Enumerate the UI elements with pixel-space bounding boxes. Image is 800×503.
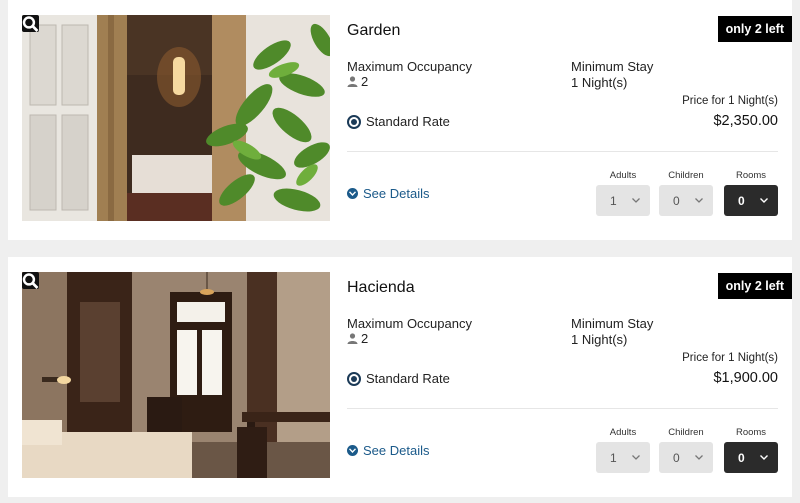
room-title: Garden bbox=[347, 22, 401, 39]
chevron-circle-down-icon bbox=[347, 445, 358, 456]
chevron-down-icon bbox=[632, 198, 640, 203]
rate-label: Standard Rate bbox=[366, 114, 450, 129]
room-list: Garden only 2 left Maximum Occupancy 2 M… bbox=[0, 0, 800, 503]
rooms-label: Rooms bbox=[735, 427, 767, 438]
hacienda-photo-image bbox=[22, 272, 330, 478]
max-occupancy-number: 2 bbox=[361, 331, 369, 346]
min-stay-label: Minimum Stay bbox=[571, 59, 654, 74]
price-value: $2,350.00 bbox=[713, 113, 778, 129]
price-value: $1,900.00 bbox=[713, 370, 778, 386]
radio-selected-icon[interactable] bbox=[347, 114, 361, 129]
max-occupancy-value: 2 bbox=[347, 331, 368, 346]
price-label: Price for 1 Night(s) bbox=[682, 352, 778, 364]
adults-label: Adults bbox=[609, 427, 637, 438]
person-icon bbox=[347, 76, 358, 87]
max-occupancy-label: Maximum Occupancy bbox=[347, 59, 472, 74]
see-details-link[interactable]: See Details bbox=[347, 443, 429, 458]
divider bbox=[347, 408, 778, 409]
price-label: Price for 1 Night(s) bbox=[682, 95, 778, 107]
rate-option[interactable]: Standard Rate bbox=[347, 371, 450, 386]
children-label: Children bbox=[668, 427, 704, 438]
chevron-down-icon bbox=[632, 455, 640, 460]
see-details-link[interactable]: See Details bbox=[347, 186, 429, 201]
children-label: Children bbox=[668, 170, 704, 181]
rooms-select[interactable]: 0 bbox=[724, 442, 778, 473]
room-card: Hacienda only 2 left Maximum Occupancy 2… bbox=[8, 257, 792, 497]
max-occupancy-number: 2 bbox=[361, 74, 369, 89]
min-stay-value: 1 Night(s) bbox=[571, 332, 628, 347]
zoom-icon[interactable] bbox=[22, 272, 39, 289]
chevron-down-icon bbox=[695, 455, 703, 460]
children-value: 0 bbox=[673, 450, 680, 465]
adults-select[interactable]: 1 bbox=[596, 185, 650, 216]
see-details-label: See Details bbox=[363, 443, 430, 458]
children-select[interactable]: 0 bbox=[659, 442, 713, 473]
rate-label: Standard Rate bbox=[366, 371, 450, 386]
rate-option[interactable]: Standard Rate bbox=[347, 114, 450, 129]
adults-select[interactable]: 1 bbox=[596, 442, 650, 473]
room-card: Garden only 2 left Maximum Occupancy 2 M… bbox=[8, 0, 792, 240]
chevron-down-icon bbox=[760, 455, 768, 460]
adults-value: 1 bbox=[610, 450, 617, 465]
max-occupancy-label: Maximum Occupancy bbox=[347, 316, 472, 331]
chevron-down-icon bbox=[760, 198, 768, 203]
garden-photo-image bbox=[22, 15, 330, 221]
max-occupancy-value: 2 bbox=[347, 74, 368, 89]
availability-badge: only 2 left bbox=[717, 16, 792, 42]
adults-value: 1 bbox=[610, 193, 617, 208]
children-value: 0 bbox=[673, 193, 680, 208]
radio-selected-icon[interactable] bbox=[347, 371, 361, 386]
chevron-down-icon bbox=[695, 198, 703, 203]
person-icon bbox=[347, 333, 358, 344]
min-stay-label: Minimum Stay bbox=[571, 316, 654, 331]
divider bbox=[347, 151, 778, 152]
rooms-value: 0 bbox=[738, 450, 745, 465]
min-stay-value: 1 Night(s) bbox=[571, 75, 628, 90]
chevron-circle-down-icon bbox=[347, 188, 358, 199]
rooms-value: 0 bbox=[738, 193, 745, 208]
room-title: Hacienda bbox=[347, 279, 415, 296]
adults-label: Adults bbox=[609, 170, 637, 181]
children-select[interactable]: 0 bbox=[659, 185, 713, 216]
see-details-label: See Details bbox=[363, 186, 430, 201]
room-photo[interactable] bbox=[22, 15, 330, 221]
zoom-icon[interactable] bbox=[22, 15, 39, 32]
rooms-label: Rooms bbox=[735, 170, 767, 181]
rooms-select[interactable]: 0 bbox=[724, 185, 778, 216]
room-photo[interactable] bbox=[22, 272, 330, 478]
availability-badge: only 2 left bbox=[717, 273, 792, 299]
